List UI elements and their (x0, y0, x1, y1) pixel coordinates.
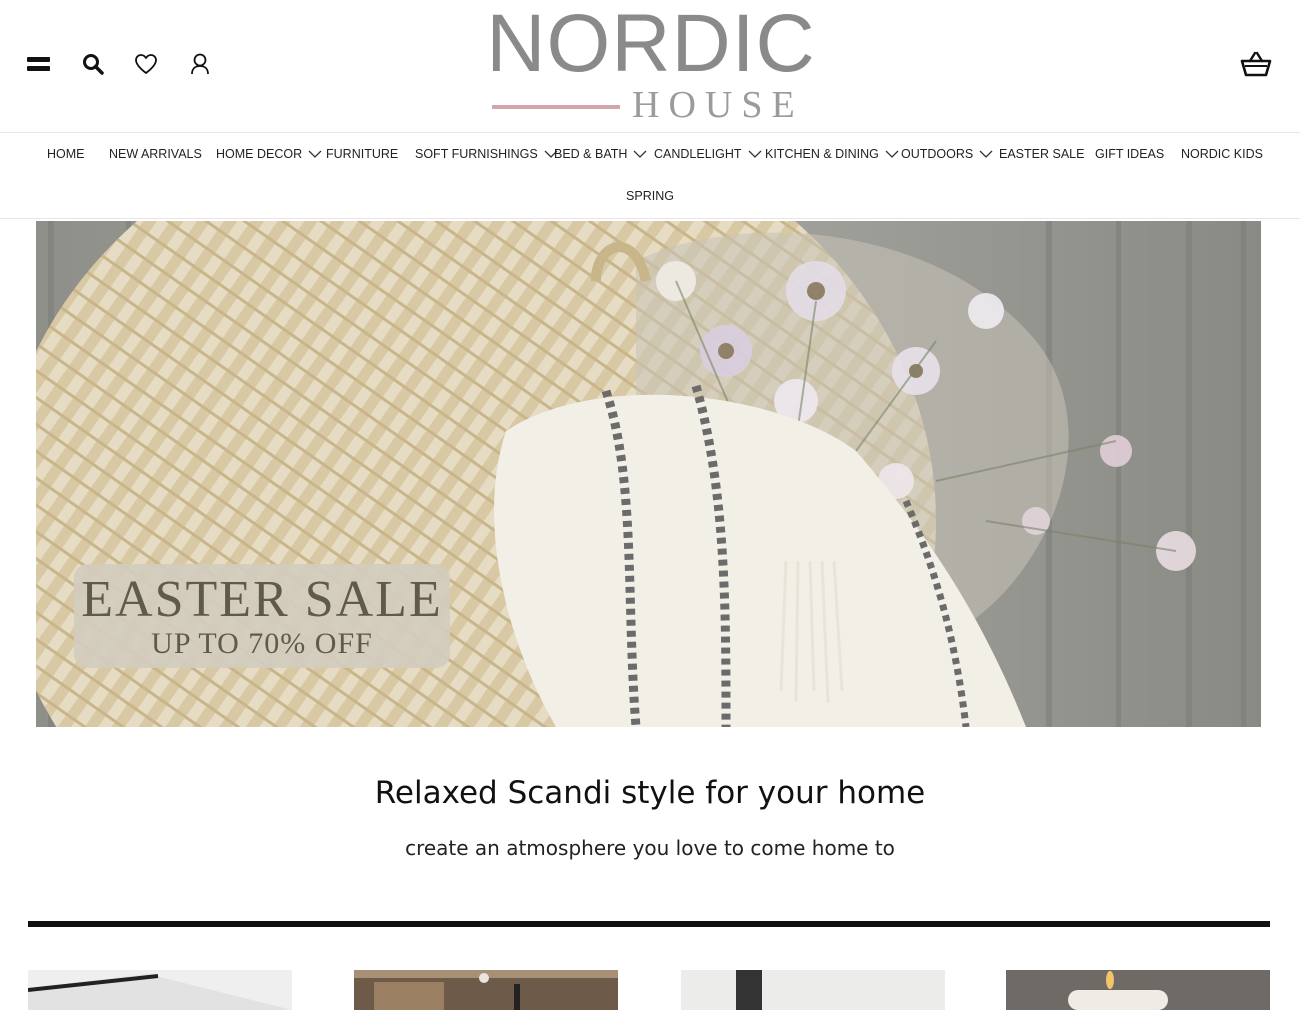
site-logo[interactable]: NORDIC HOUSE (486, 0, 816, 130)
nav-item-furniture[interactable]: FURNITURE (326, 133, 398, 175)
badge-subtitle: UP TO 70% OFF (151, 627, 373, 660)
main-navigation: HOME NEW ARRIVALS HOME DECOR FURNITURE S… (0, 133, 1300, 219)
nav-item-label: GIFT IDEAS (1095, 147, 1165, 161)
site-header: NORDIC HOUSE (0, 0, 1300, 133)
nav-item-kitchen-dining[interactable]: KITCHEN & DINING (765, 133, 899, 175)
chevron-down-icon[interactable] (748, 150, 762, 159)
nav-item-new-arrivals[interactable]: NEW ARRIVALS (109, 133, 202, 175)
chevron-down-icon[interactable] (633, 150, 647, 159)
category-thumbnail[interactable] (354, 970, 618, 1010)
intro-heading: Relaxed Scandi style for your home (374, 775, 926, 811)
category-thumbnail[interactable] (1006, 970, 1270, 1010)
menu-icon[interactable] (22, 47, 56, 81)
search-icon[interactable] (76, 47, 110, 81)
user-icon[interactable] (183, 47, 217, 81)
section-divider (28, 921, 1270, 927)
nav-item-spring[interactable]: SPRING (626, 175, 674, 217)
nav-item-easter-sale[interactable]: EASTER SALE (999, 133, 1084, 175)
nav-item-label: KITCHEN & DINING (765, 147, 879, 161)
nav-item-label: BED & BATH (554, 147, 628, 161)
nav-item-bed-bath[interactable]: BED & BATH (554, 133, 647, 175)
nav-item-label: OUTDOORS (901, 147, 974, 161)
nav-item-soft-furnishings[interactable]: SOFT FURNISHINGS (415, 133, 558, 175)
nav-item-home[interactable]: HOME (47, 133, 85, 175)
nav-row: SPRING (0, 175, 1300, 217)
easter-sale-badge[interactable]: EASTER SALE UP TO 70% OFF (74, 564, 450, 668)
nav-item-label: SPRING (626, 189, 674, 203)
nav-item-outdoors[interactable]: OUTDOORS (901, 133, 993, 175)
chevron-down-icon[interactable] (979, 150, 993, 159)
logo-sub-text: HOUSE (632, 84, 804, 126)
nav-item-candlelight[interactable]: CANDLELIGHT (654, 133, 762, 175)
intro-subheading: create an atmosphere you love to come ho… (405, 836, 895, 860)
chevron-down-icon[interactable] (885, 150, 899, 159)
logo-accent-line (492, 105, 620, 109)
nav-item-label: SOFT FURNISHINGS (415, 147, 538, 161)
heart-icon[interactable] (129, 47, 163, 81)
nav-row: HOME NEW ARRIVALS HOME DECOR FURNITURE S… (0, 133, 1300, 175)
logo-main-text: NORDIC (486, 0, 816, 89)
nav-item-label: CANDLELIGHT (654, 147, 742, 161)
nav-item-gift-ideas[interactable]: GIFT IDEAS (1095, 133, 1164, 175)
basket-icon[interactable] (1238, 47, 1274, 81)
nav-item-label: HOME DECOR (216, 147, 303, 161)
nav-item-label: FURNITURE (326, 147, 399, 161)
chevron-down-icon[interactable] (308, 150, 322, 159)
nav-item-label: NORDIC KIDS (1181, 147, 1263, 161)
nav-item-home-decor[interactable]: HOME DECOR (216, 133, 322, 175)
nav-item-label: HOME (47, 147, 85, 161)
nav-item-label: EASTER SALE (999, 147, 1085, 161)
category-thumbnail[interactable] (28, 970, 292, 1010)
hero-banner[interactable]: EASTER SALE UP TO 70% OFF (36, 221, 1261, 727)
category-thumbnail[interactable] (681, 970, 945, 1010)
badge-title: EASTER SALE (81, 571, 443, 628)
nav-item-label: NEW ARRIVALS (109, 147, 202, 161)
nav-item-nordic-kids[interactable]: NORDIC KIDS (1181, 133, 1263, 175)
